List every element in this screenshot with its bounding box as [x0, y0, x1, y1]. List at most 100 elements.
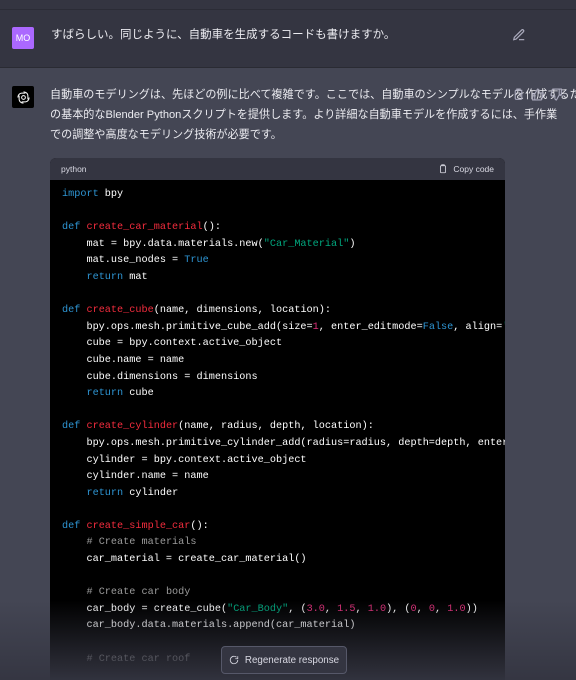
- code-line: mat = bpy.data.materials.new("Car_Materi…: [62, 237, 505, 254]
- message-actions: [512, 88, 563, 101]
- code-token: create_cube: [86, 305, 154, 317]
- code-token: ,: [324, 603, 338, 615]
- code-line: bpy.ops.mesh.primitive_cylinder_add(radi…: [62, 436, 505, 453]
- user-message-row: MO すばらしい。同じように、自動車を生成するコードも書けますか。: [0, 10, 576, 68]
- code-token: cube = bpy.context.active_object: [62, 338, 283, 350]
- assistant-logo-icon: [12, 86, 34, 108]
- code-line: cylinder = bpy.context.active_object: [62, 453, 505, 470]
- code-token: car_material = create_car_material(): [62, 554, 307, 566]
- code-token: cube.name = name: [62, 354, 185, 366]
- code-line: def create_car_material():: [62, 220, 505, 237]
- code-token: import: [62, 189, 99, 200]
- code-token: def: [62, 421, 81, 433]
- code-token: def: [62, 305, 81, 317]
- code-token: create_car_material: [86, 222, 203, 234]
- code-token: def: [62, 520, 81, 532]
- code-line: # Create materials: [62, 535, 505, 552]
- code-token: ,: [416, 603, 429, 615]
- regenerate-response-button[interactable]: Regenerate response: [221, 646, 347, 674]
- code-line: # Create car body: [62, 585, 505, 602]
- code-token: return: [86, 487, 124, 499]
- code-token: cylinder: [123, 487, 179, 499]
- code-token: car_body = create_cube(: [62, 603, 228, 615]
- refresh-icon: [229, 655, 239, 665]
- paragraph-line: での調整や高度なモデリング技術が必要です。: [50, 129, 282, 141]
- code-token: True: [184, 255, 209, 267]
- code-token: 1.5: [337, 603, 356, 615]
- code-token: 'WOR: [502, 322, 505, 333]
- code-token: create_simple_car: [86, 520, 191, 532]
- code-line: return mat: [62, 270, 505, 287]
- copy-code-button[interactable]: Copy code: [438, 164, 494, 174]
- code-token: (name, dimensions, location):: [153, 305, 332, 317]
- code-line: cube.dimensions = dimensions: [62, 370, 505, 387]
- code-token: create_cylinder: [86, 421, 179, 433]
- assistant-message-row: 自動車のモデリングは、先ほどの例に比べて複雑です。ここでは、自動車のシンプルなモ…: [0, 68, 576, 680]
- code-token: "Car_Material": [263, 238, 350, 250]
- clipboard-icon: [440, 164, 447, 174]
- code-token: ():: [190, 520, 209, 532]
- edit-icon[interactable]: [512, 28, 526, 42]
- code-language-label: python: [61, 164, 87, 174]
- code-content: import bpy def create_car_material(): mat…: [50, 180, 505, 668]
- code-token: mat: [123, 271, 148, 283]
- code-token: cube: [123, 388, 154, 400]
- code-token: cylinder.name = name: [62, 471, 209, 483]
- code-token: bpy: [98, 189, 124, 200]
- code-line: import bpy: [62, 187, 505, 204]
- code-line: cube.name = name: [62, 353, 505, 370]
- code-line: def create_cube(name, dimensions, locati…: [62, 303, 505, 320]
- thumbs-up-icon[interactable]: [531, 88, 544, 101]
- code-line: cube = bpy.context.active_object: [62, 336, 505, 353]
- code-token: mat.use_nodes =: [62, 255, 185, 267]
- code-token: cube.dimensions = dimensions: [62, 371, 258, 383]
- copy-code-label: Copy code: [453, 164, 494, 174]
- clipboard-icon[interactable]: [512, 88, 525, 101]
- code-token: , align=: [453, 321, 503, 333]
- code-token: False: [422, 321, 454, 333]
- code-line: car_body = create_cube("Car_Body", (3.0,…: [62, 602, 505, 619]
- paragraph-line: の基本的なBlender Pythonスクリプトを提供します。より詳細な自動車モ…: [50, 109, 558, 121]
- code-token: ():: [202, 222, 221, 234]
- code-token: "Car_Body": [227, 603, 289, 615]
- code-token: cylinder = bpy.context.active_object: [62, 454, 307, 466]
- code-token: return: [86, 271, 124, 283]
- code-token: 1.0: [447, 603, 466, 615]
- code-token: 1.0: [367, 603, 387, 615]
- code-token: mat = bpy.data.materials.new(: [62, 238, 264, 250]
- code-token: car_body.data.materials.append(car_mater…: [62, 620, 356, 632]
- code-token: , (: [288, 603, 307, 615]
- code-line: return cylinder: [62, 486, 505, 503]
- thumbs-down-icon[interactable]: [550, 88, 563, 101]
- code-token: ), (: [386, 603, 411, 615]
- code-token: ,: [355, 603, 368, 615]
- code-header: python Copy code: [50, 158, 505, 180]
- code-line: def create_cylinder(name, radius, depth,…: [62, 419, 505, 436]
- code-token: # Create car roof: [86, 653, 191, 665]
- regenerate-label: Regenerate response: [244, 654, 340, 666]
- code-token: ,: [435, 603, 448, 615]
- code-line: return cube: [62, 386, 505, 403]
- code-line: car_material = create_car_material(): [62, 552, 505, 569]
- code-token: )): [465, 603, 478, 615]
- code-block: python Copy code import bpy def create_ca…: [50, 158, 505, 680]
- code-token: ): [349, 238, 356, 250]
- code-token: # Create car body: [86, 587, 191, 599]
- code-line: mat.use_nodes = True: [62, 253, 505, 270]
- code-line: car_body.data.materials.append(car_mater…: [62, 618, 505, 635]
- code-token: bpy.ops.mesh.primitive_cylinder_add(radi…: [62, 437, 505, 449]
- code-token: # Create materials: [86, 537, 197, 549]
- code-token: return: [86, 388, 124, 400]
- code-token: , enter_editmode=: [318, 321, 423, 333]
